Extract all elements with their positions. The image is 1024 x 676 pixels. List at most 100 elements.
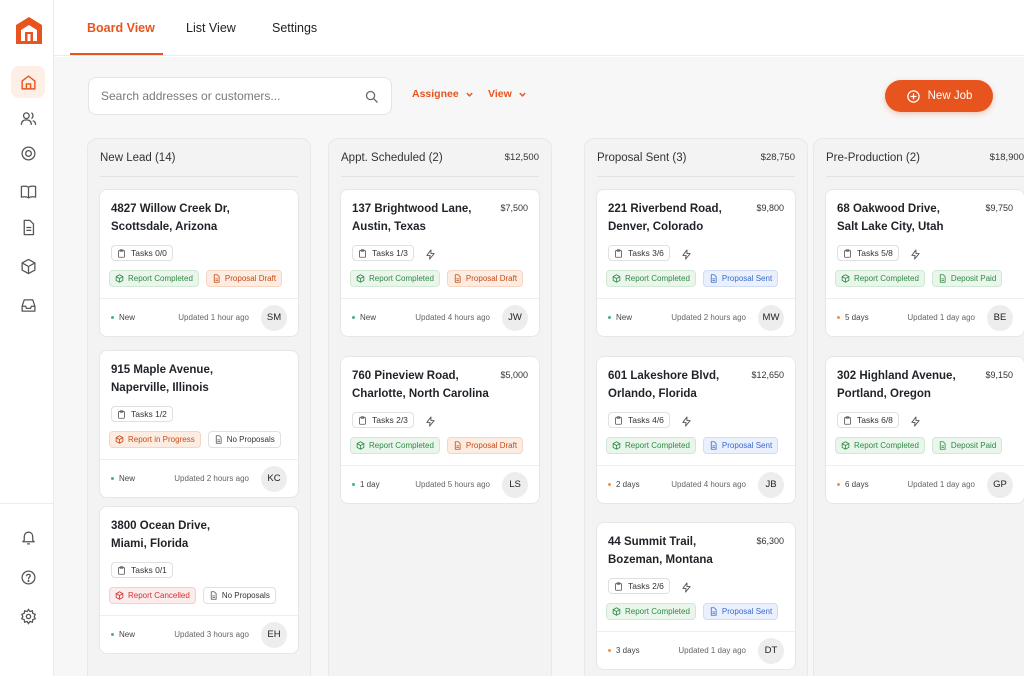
nav-home[interactable] <box>11 66 45 98</box>
address-street: 302 Highland Avenue, <box>837 370 956 382</box>
nav-documents[interactable] <box>11 211 45 243</box>
status-badge: Report in Progress <box>109 431 201 448</box>
document-icon <box>23 219 34 235</box>
stage-age: 1 day <box>352 480 380 489</box>
status-badge-label: Report in Progress <box>128 435 195 444</box>
status-badge-label: Report Completed <box>128 274 193 283</box>
tasks-label: Tasks 2/6 <box>628 581 664 591</box>
card-footer: 1 day Updated 5 hours ago LS <box>341 465 539 503</box>
nav-products[interactable] <box>11 250 45 282</box>
job-price: $7,500 <box>500 203 528 213</box>
box-icon <box>115 274 124 283</box>
tasks-badge[interactable]: Tasks 0/1 <box>111 562 173 578</box>
search-input[interactable] <box>101 89 364 103</box>
clipboard-icon <box>843 248 852 258</box>
job-card[interactable]: 68 Oakwood Drive, Salt Lake City, Utah $9,… <box>825 189 1024 337</box>
tasks-badge[interactable]: Tasks 4/6 <box>608 412 670 428</box>
status-dot <box>111 316 114 319</box>
status-badge: Report Completed <box>835 437 925 454</box>
tasks-badge[interactable]: Tasks 0/0 <box>111 245 173 261</box>
lightning-icon[interactable] <box>681 580 692 593</box>
sidebar-divider <box>0 503 54 504</box>
lightning-icon[interactable] <box>425 414 436 427</box>
tasks-badge[interactable]: Tasks 5/8 <box>837 245 899 261</box>
job-card[interactable]: 3800 Ocean Drive, Miami, Florida Tasks 0/1… <box>99 506 299 654</box>
tasks-badge[interactable]: Tasks 2/3 <box>352 412 414 428</box>
nav-targets[interactable] <box>11 137 45 169</box>
job-card[interactable]: 915 Maple Avenue, Naperville, Illinois Tas… <box>99 350 299 498</box>
address-street: 221 Riverbend Road, <box>608 203 722 215</box>
tasks-badge[interactable]: Tasks 6/8 <box>837 412 899 428</box>
avatar[interactable]: LS <box>502 471 528 498</box>
nav-help[interactable] <box>11 561 45 593</box>
avatar[interactable]: KC <box>261 465 287 492</box>
box-icon <box>356 441 365 450</box>
status-badge: Proposal Draft <box>446 270 524 287</box>
tab-board-view[interactable]: Board View <box>87 0 155 56</box>
job-card[interactable]: 760 Pineview Road, Charlotte, North Carol… <box>340 356 540 504</box>
lightning-icon[interactable] <box>681 414 692 427</box>
nav-customers[interactable] <box>11 102 45 134</box>
avatar[interactable]: BE <box>987 304 1013 331</box>
job-card[interactable]: 601 Lakeshore Blvd, Orlando, Florida $12,6… <box>596 356 796 504</box>
avatar[interactable]: JW <box>502 304 528 331</box>
job-card[interactable]: 4827 Willow Creek Dr, Scottsdale, Arizona… <box>99 189 299 337</box>
avatar[interactable]: GP <box>987 471 1013 498</box>
job-price: $12,650 <box>751 370 784 380</box>
stage-age: 3 days <box>608 646 640 655</box>
status-badge: No Proposals <box>202 587 276 604</box>
stage-age-label: New <box>119 313 136 322</box>
job-card[interactable]: 44 Summit Trail, Bozeman, Montana $6,300 Ta… <box>596 522 796 670</box>
lightning-icon[interactable] <box>425 247 436 260</box>
document-icon <box>209 591 218 600</box>
card-footer: New Updated 4 hours ago JW <box>341 298 539 336</box>
avatar[interactable]: DT <box>758 637 784 664</box>
assignee-filter[interactable]: Assignee <box>412 88 474 100</box>
badge-row: Report Completed Proposal Draft <box>350 437 524 454</box>
search-box <box>88 77 392 115</box>
search-icon[interactable] <box>364 89 379 104</box>
document-icon <box>214 435 223 444</box>
app-logo-icon[interactable] <box>15 16 43 46</box>
tab-settings[interactable]: Settings <box>272 0 317 56</box>
lightning-icon[interactable] <box>681 247 692 260</box>
view-filter[interactable]: View <box>488 88 527 100</box>
job-card[interactable]: 302 Highland Avenue, Portland, Oregon $9,1… <box>825 356 1024 504</box>
lightning-icon[interactable] <box>910 414 921 427</box>
nav-book[interactable] <box>11 175 45 207</box>
avatar[interactable]: JB <box>758 471 784 498</box>
avatar[interactable]: SM <box>261 304 287 331</box>
tasks-badge[interactable]: Tasks 2/6 <box>608 578 670 594</box>
tab-list-view[interactable]: List View <box>186 0 236 56</box>
nav-settings[interactable] <box>11 600 45 632</box>
view-filter-label: View <box>488 88 512 100</box>
tasks-badge[interactable]: Tasks 3/6 <box>608 245 670 261</box>
job-card[interactable]: 221 Riverbend Road, Denver, Colorado $9,80… <box>596 189 796 337</box>
clipboard-icon <box>117 409 126 419</box>
new-job-button[interactable]: New Job <box>885 80 993 112</box>
kanban-column: Pre-Production (2) $18,900 68 Oakwood Driv… <box>813 138 1024 676</box>
status-badge: Proposal Sent <box>702 270 779 287</box>
stage-age: 2 days <box>608 480 640 489</box>
stage-age-label: 6 days <box>845 480 869 489</box>
job-card[interactable]: 137 Brightwood Lane, Austin, Texas $7,500 T… <box>340 189 540 337</box>
column-total: $12,500 <box>504 152 539 163</box>
avatar[interactable]: EH <box>261 621 287 648</box>
tasks-badge[interactable]: Tasks 1/2 <box>111 406 173 422</box>
tasks-badge[interactable]: Tasks 1/3 <box>352 245 414 261</box>
column-title: New Lead (14) <box>100 151 176 164</box>
badge-row: Report Completed Deposit Paid <box>835 437 1003 454</box>
avatar[interactable]: MW <box>758 304 784 331</box>
nav-notifications[interactable] <box>11 521 45 553</box>
status-badge-label: Proposal Draft <box>465 274 518 283</box>
nav-inbox[interactable] <box>11 289 45 321</box>
stage-age-label: 3 days <box>616 646 640 655</box>
lightning-icon[interactable] <box>910 247 921 260</box>
stage-age: 6 days <box>837 480 869 489</box>
document-icon <box>115 591 124 600</box>
stage-age-label: 2 days <box>616 480 640 489</box>
status-badge-label: No Proposals <box>221 591 270 600</box>
status-badge: Proposal Sent <box>702 603 779 620</box>
address-street: 68 Oakwood Drive, <box>837 203 940 215</box>
tasks-label: Tasks 1/2 <box>131 409 167 419</box>
